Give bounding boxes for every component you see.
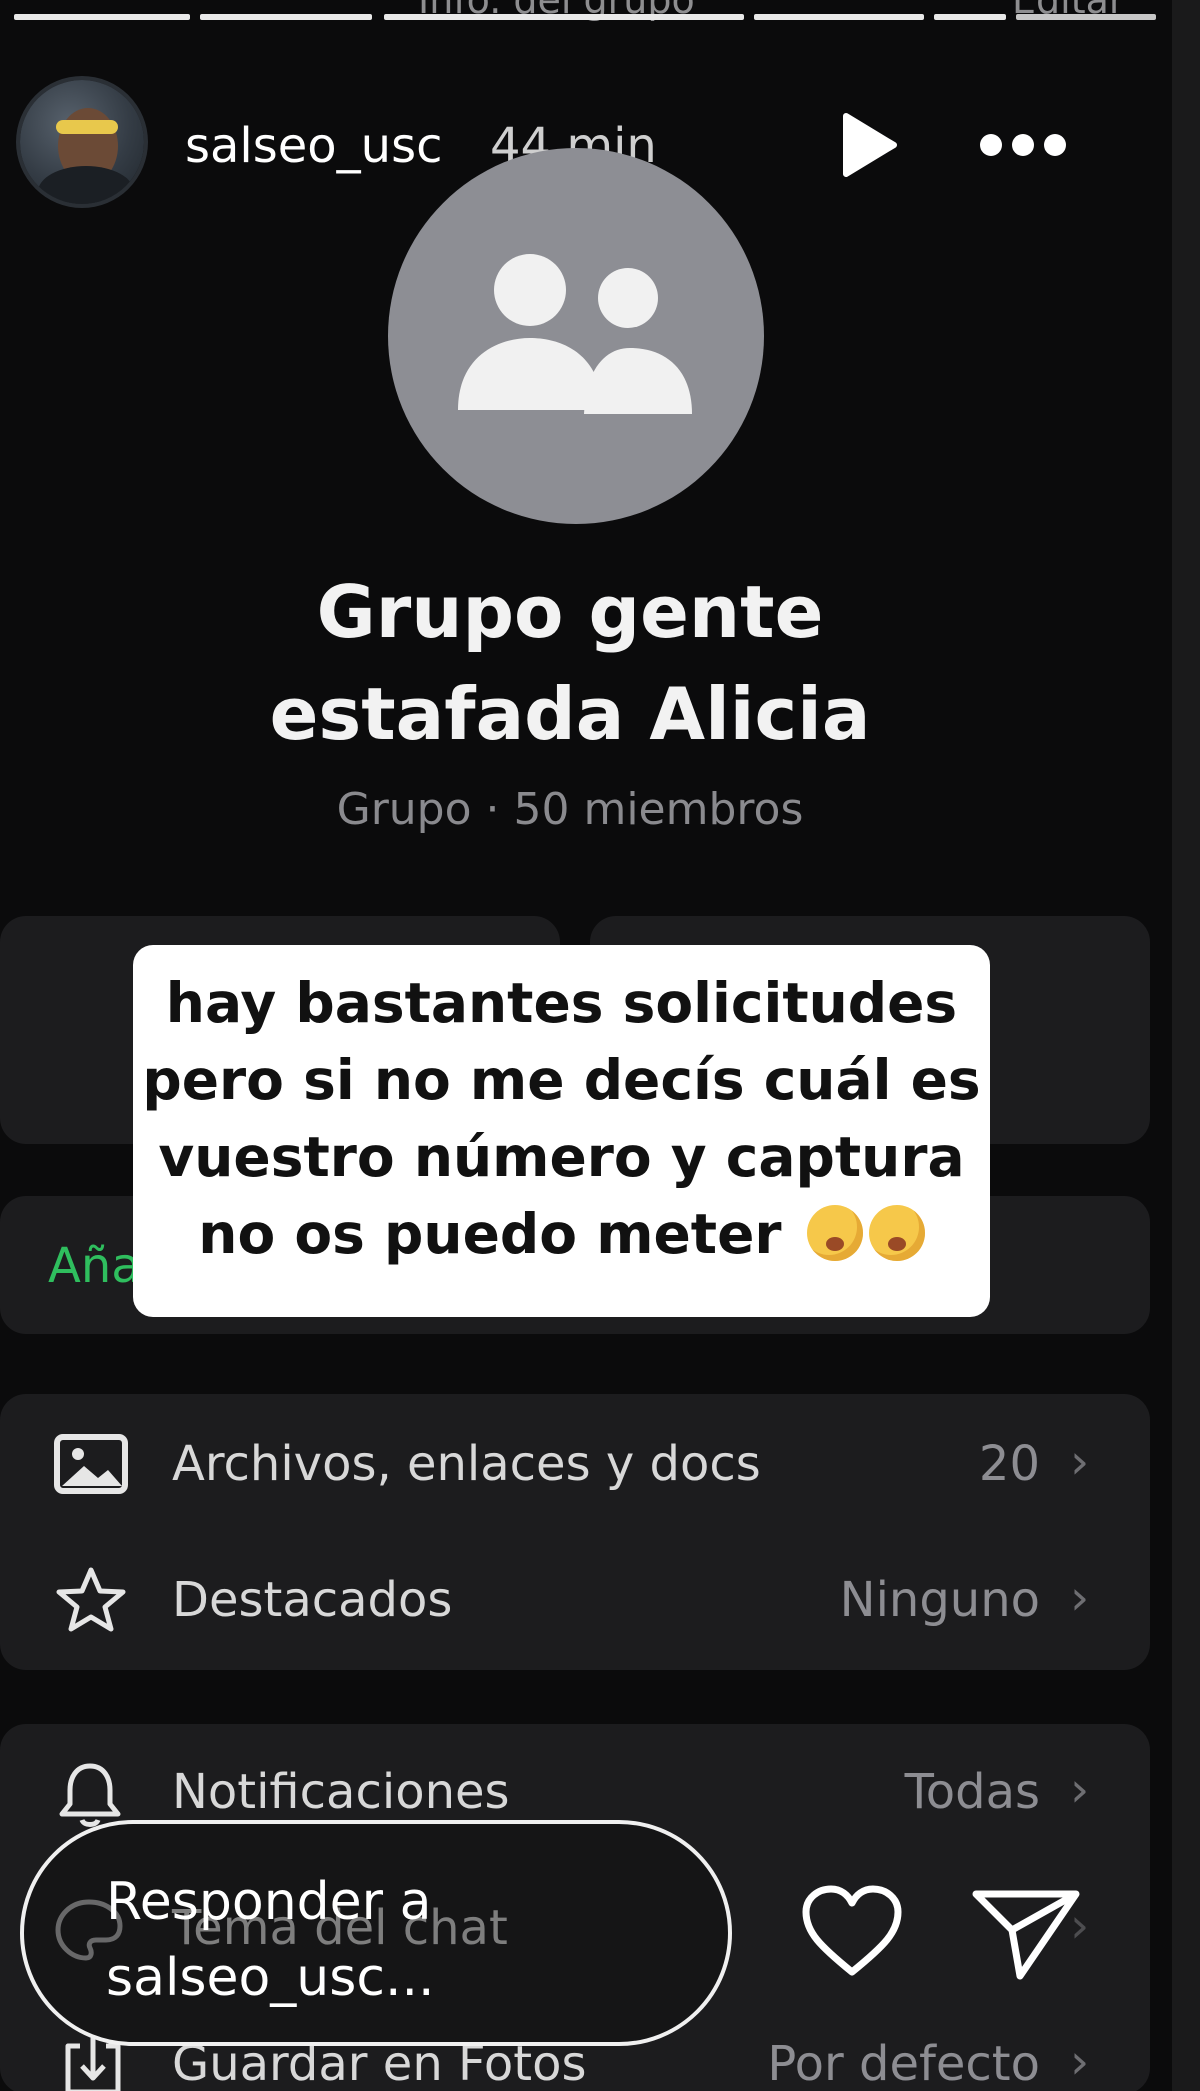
star-icon [56,1566,126,1636]
row-label-notifications[interactable]: Notificaciones [172,1764,510,1820]
row-value-files: 20 [978,1436,1040,1492]
play-icon[interactable] [838,112,898,182]
sad-face-emoji [868,1205,925,1261]
row-label-starred[interactable]: Destacados [172,1572,452,1628]
progress-segment [200,14,372,20]
row-value-notifications: Todas [904,1764,1040,1820]
chevron-right-icon: › [1070,1434,1090,1490]
photo-icon [54,1434,128,1498]
reply-placeholder: Responder a salseo_usc... [106,1864,666,2016]
reply-input[interactable]: Responder a salseo_usc... [20,1820,732,2046]
progress-segment [384,14,744,20]
sticker-line: hay bastantes solicitudes [165,971,958,1035]
avatar[interactable] [20,80,144,204]
progress-segment [754,14,924,20]
progress-segment [934,14,1006,20]
reply-placeholder-line2: salseo_usc... [106,1948,435,2008]
row-label-files[interactable]: Archivos, enlaces y docs [172,1436,761,1492]
right-edge [1172,0,1200,2091]
story-viewer: Info. del grupo Editar salseo_usc 44 min [0,0,1200,2091]
group-icon [458,254,692,414]
sticker-last-line: no os puedo meter [133,1196,990,1273]
text-sticker: hay bastantes solicitudes pero si no me … [133,945,990,1317]
chevron-right-icon: › [1070,2034,1090,2090]
avatar-photo [38,108,134,204]
progress-segment [1016,14,1156,20]
chevron-right-icon: › [1070,1570,1090,1626]
heart-icon[interactable] [800,1884,904,1982]
sad-face-emoji [806,1205,863,1261]
group-avatar [388,148,764,524]
group-title-line2: estafada Alicia [269,672,871,756]
sticker-line: no os puedo meter [198,1202,782,1266]
chevron-right-icon: › [1070,1762,1090,1818]
row-value-starred: Ninguno [839,1572,1040,1628]
more-dots-icon[interactable] [978,128,1068,166]
group-subtitle: Grupo · 50 miembros [336,784,804,835]
progress-segment [14,14,190,20]
group-title-line1: Grupo gente [316,570,824,654]
sticker-line: pero si no me decís cuál es [142,1048,981,1112]
row-value-save: Por defecto [767,2036,1040,2091]
sticker-line: vuestro número y captura [158,1125,965,1189]
add-members-label[interactable]: Aña [48,1238,141,1294]
send-icon[interactable] [970,1886,1082,1986]
reply-placeholder-line1: Responder a [106,1872,432,1932]
